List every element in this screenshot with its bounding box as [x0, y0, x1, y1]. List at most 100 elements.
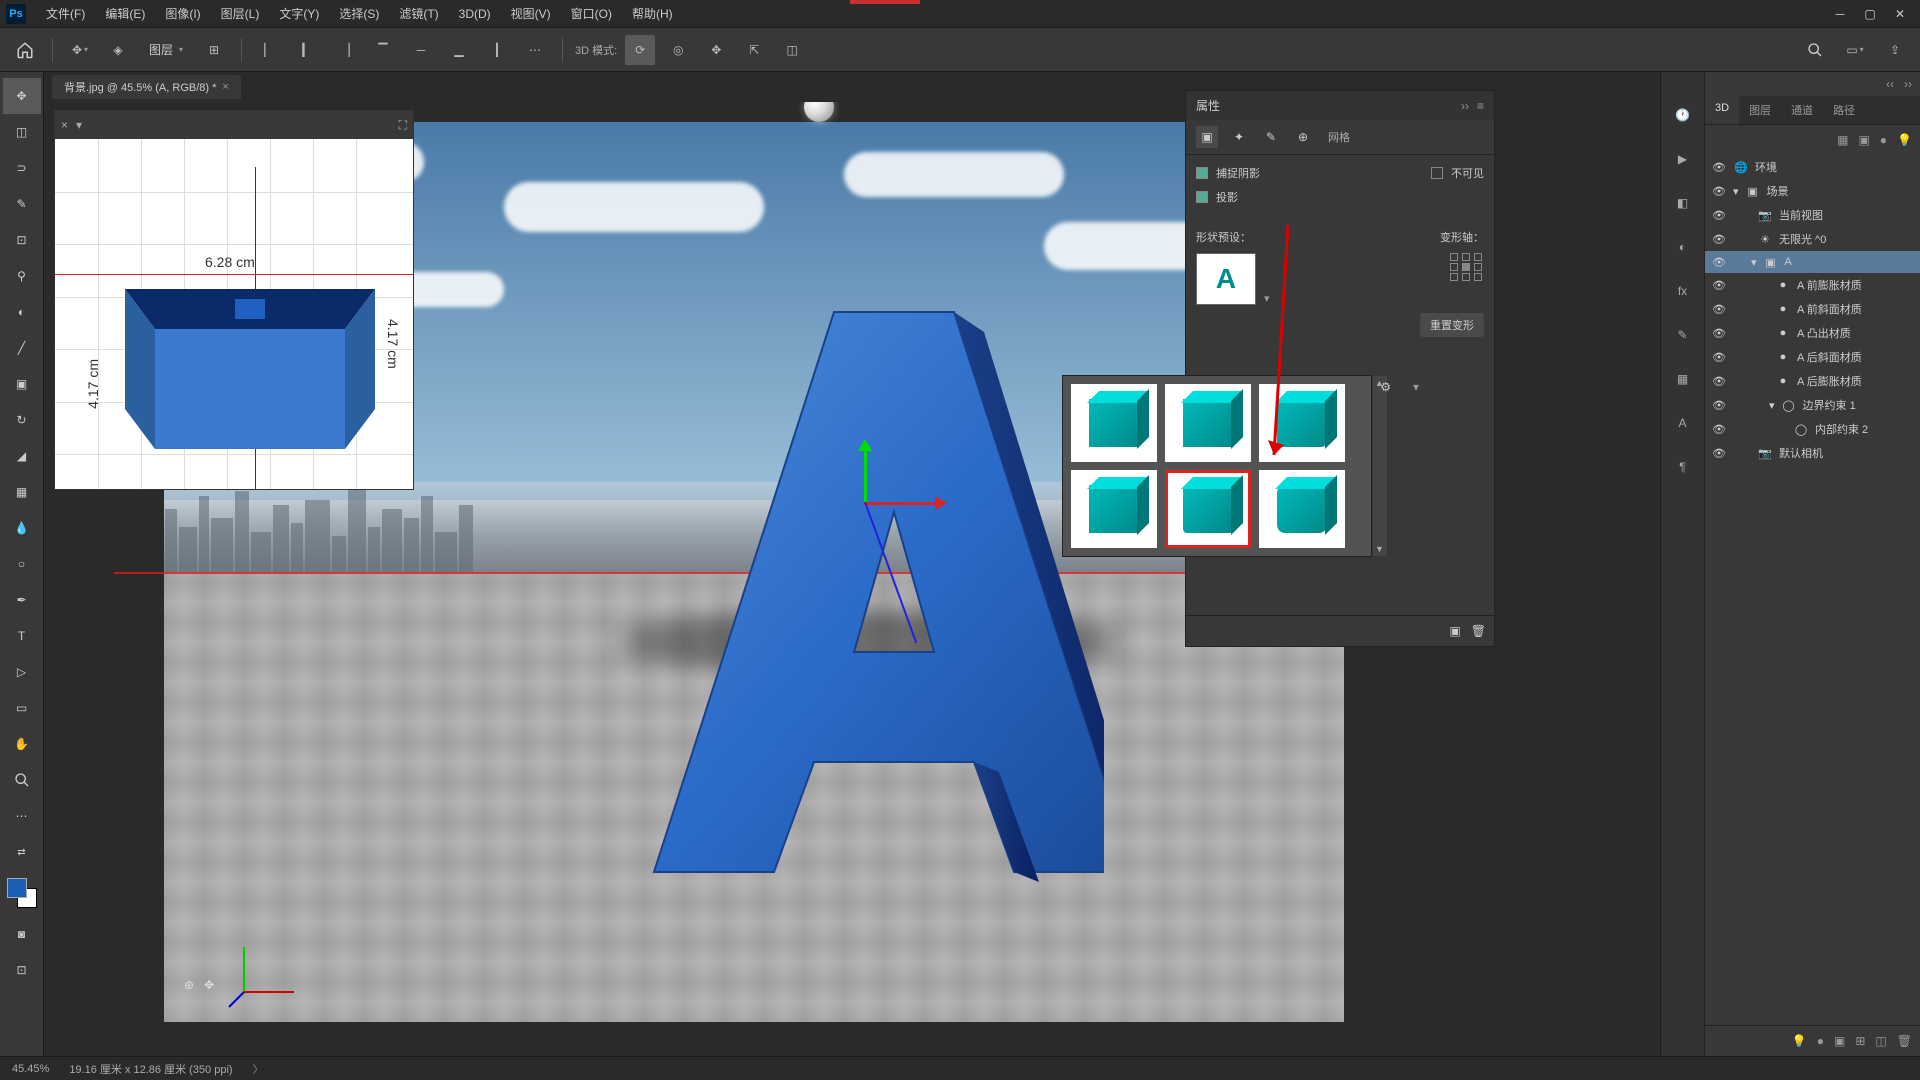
filter-material-icon[interactable]: ● — [1880, 133, 1887, 147]
visibility-icon[interactable]: 👁 — [1711, 399, 1727, 412]
visibility-icon[interactable]: 👁 — [1711, 185, 1727, 198]
tab-paths[interactable]: 路径 — [1823, 96, 1865, 124]
screen-mode-tool[interactable]: ⊡ — [3, 952, 41, 988]
mini-camera-icon[interactable]: ▾ — [76, 118, 82, 132]
preset-item-1[interactable] — [1071, 384, 1157, 462]
filter-light-icon[interactable]: 💡 — [1897, 133, 1912, 147]
3d-slide-icon[interactable]: ⇱ — [739, 35, 769, 65]
visibility-icon[interactable]: 👁 — [1711, 256, 1727, 269]
home-button[interactable] — [10, 35, 40, 65]
align-left-icon[interactable]: ▏ — [254, 35, 284, 65]
quick-select-tool[interactable]: ✎ — [3, 186, 41, 222]
new-layer-icon[interactable]: ⊞ — [1855, 1034, 1865, 1048]
3d-orbit-icon[interactable]: ⟳ — [625, 35, 655, 65]
preset-scrollbar[interactable]: ▲ ▼ — [1373, 376, 1387, 556]
preset-item-3[interactable] — [1259, 384, 1345, 462]
healing-tool[interactable]: ◐ — [3, 294, 41, 330]
move-tool[interactable]: ✥ — [3, 78, 41, 114]
menu-image[interactable]: 图像(I) — [155, 2, 210, 25]
filter-mesh-icon[interactable]: ▣ — [1858, 133, 1869, 147]
3d-letter-a[interactable] — [644, 292, 1104, 892]
coords-tab-icon[interactable]: ⊕ — [1292, 126, 1314, 148]
zoom-level[interactable]: 45.45% — [12, 1063, 49, 1075]
layer-constraint-2[interactable]: 👁◯内部约束 2 — [1705, 417, 1920, 441]
dodge-tool[interactable]: ○ — [3, 546, 41, 582]
align-middle-icon[interactable]: ─ — [406, 35, 436, 65]
render-settings-icon[interactable]: ▣ — [1449, 624, 1460, 638]
close-button[interactable]: ✕ — [1892, 6, 1908, 22]
expand-icon[interactable]: ▾ — [1751, 256, 1757, 269]
history-brush-tool[interactable]: ↻ — [3, 402, 41, 438]
scroll-down-icon[interactable]: ▼ — [1375, 544, 1385, 554]
align-bottom-icon[interactable]: ▁ — [444, 35, 474, 65]
tab-layers[interactable]: 图层 — [1739, 96, 1781, 124]
eraser-tool[interactable]: ◢ — [3, 438, 41, 474]
pen-tool[interactable]: ✒ — [3, 582, 41, 618]
crop-tool[interactable]: ⊡ — [3, 222, 41, 258]
menu-type[interactable]: 文字(Y) — [269, 2, 329, 25]
move-tool-icon[interactable]: ✥▾ — [65, 35, 95, 65]
invisible-checkbox[interactable] — [1431, 167, 1443, 179]
layer-material-4[interactable]: 👁●A 后斜面材质 — [1705, 345, 1920, 369]
search-icon[interactable] — [1800, 35, 1830, 65]
collapse-right-icon[interactable]: ›› — [1904, 77, 1912, 91]
layer-material-3[interactable]: 👁●A 凸出材质 — [1705, 321, 1920, 345]
brush-tool[interactable]: ╱ — [3, 330, 41, 366]
document-dimensions[interactable]: 19.16 厘米 x 12.86 厘米 (350 ppi) — [69, 1061, 232, 1077]
layer-material-1[interactable]: 👁●A 前膨胀材质 — [1705, 273, 1920, 297]
expand-icon[interactable]: ▾ — [1733, 185, 1739, 198]
visibility-icon[interactable]: 👁 — [1711, 375, 1727, 388]
cap-tab-icon[interactable]: ✎ — [1260, 126, 1282, 148]
stamp-tool[interactable]: ▣ — [3, 366, 41, 402]
tab-channels[interactable]: 通道 — [1781, 96, 1823, 124]
menu-3d[interactable]: 3D(D) — [449, 4, 501, 24]
history-panel-icon[interactable]: 🕐 — [1670, 102, 1696, 128]
filter-scene-icon[interactable]: ▦ — [1837, 133, 1848, 147]
mini-close-icon[interactable]: × — [61, 118, 68, 132]
panel-menu-icon[interactable]: ≡ — [1477, 99, 1484, 113]
layer-dropdown[interactable]: 图层▾ — [141, 39, 191, 60]
visibility-icon[interactable]: 👁 — [1711, 303, 1727, 316]
deform-tab-icon[interactable]: ✦ — [1228, 126, 1250, 148]
edit-toolbar[interactable]: ⋯ — [3, 798, 41, 834]
preset-item-4[interactable] — [1071, 470, 1157, 548]
projection-checkbox[interactable] — [1196, 191, 1208, 203]
minimize-button[interactable]: ─ — [1832, 6, 1848, 22]
preset-item-5-selected[interactable] — [1165, 470, 1251, 548]
secondary-3d-view[interactable]: × ▾ ⛶ 6.28 cm — [54, 110, 414, 490]
workspace-icon[interactable]: ▭▾ — [1840, 35, 1870, 65]
align-top-icon[interactable]: ▔ — [368, 35, 398, 65]
visibility-icon[interactable]: 👁 — [1711, 327, 1727, 340]
auto-select-icon[interactable]: ◈ — [103, 35, 133, 65]
render-icon[interactable]: ▣ — [1834, 1034, 1845, 1048]
3d-pan-icon[interactable]: ✥ — [701, 35, 731, 65]
layer-a-mesh[interactable]: 👁▾▣A — [1705, 251, 1920, 273]
eyedropper-tool[interactable]: ⚲ — [3, 258, 41, 294]
menu-layer[interactable]: 图层(L) — [211, 2, 270, 25]
mesh-tab-icon[interactable]: ▣ — [1196, 126, 1218, 148]
shape-tool[interactable]: ▭ — [3, 690, 41, 726]
paragraph-panel-icon[interactable]: ¶ — [1670, 454, 1696, 480]
play-icon[interactable]: ▶ — [1670, 146, 1696, 172]
visibility-icon[interactable]: 👁 — [1711, 351, 1727, 364]
menu-help[interactable]: 帮助(H) — [622, 2, 683, 25]
layer-infinite-light[interactable]: 👁☀无限光 ^0 — [1705, 227, 1920, 251]
new-material-icon[interactable]: ● — [1817, 1034, 1824, 1048]
layer-default-camera[interactable]: 👁📷默认相机 — [1705, 441, 1920, 465]
share-icon[interactable]: ⇪ — [1880, 35, 1910, 65]
reset-deform-button[interactable]: 重置变形 — [1420, 313, 1484, 337]
distribute-icon[interactable]: ┃ — [482, 35, 512, 65]
menu-edit[interactable]: 编辑(E) — [95, 2, 155, 25]
status-menu-icon[interactable]: 〉 — [253, 1061, 264, 1077]
properties-header[interactable]: 属性 ›› ≡ — [1186, 91, 1494, 120]
preset-item-6[interactable] — [1259, 470, 1345, 548]
visibility-icon[interactable]: 👁 — [1711, 447, 1727, 460]
character-panel-icon[interactable]: A — [1670, 410, 1696, 436]
3d-move-icon[interactable]: ✥ — [204, 978, 214, 992]
gizmo-x-axis[interactable] — [864, 502, 944, 505]
3d-scale-icon[interactable]: ◫ — [777, 35, 807, 65]
quick-mask-tool[interactable]: ◙ — [3, 916, 41, 952]
gear-icon[interactable]: ⚙ — [1380, 380, 1391, 394]
marquee-tool[interactable]: ◫ — [3, 114, 41, 150]
align-center-h-icon[interactable]: ▎ — [292, 35, 322, 65]
